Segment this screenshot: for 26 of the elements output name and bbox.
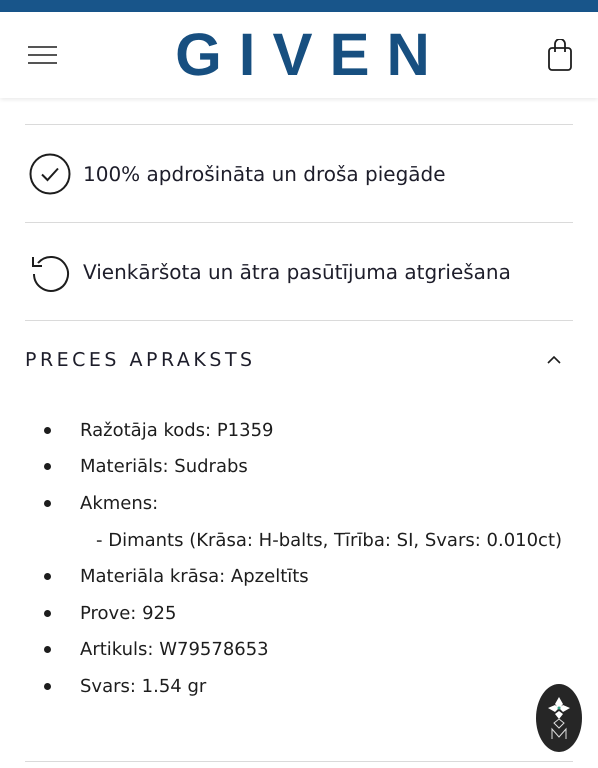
ornament-icon [546, 695, 572, 741]
menu-button[interactable] [28, 46, 57, 64]
bullet-icon [44, 610, 51, 617]
cart-button[interactable] [548, 39, 572, 71]
bullet-icon [44, 646, 51, 654]
spec-text: Ražotāja kods: P1359 [80, 420, 274, 441]
spec-text: - Dimants (Krāsa: H-balts, Tīrība: SI, Svars: 0.010ct) [96, 530, 562, 551]
description-header[interactable]: PRECES APRAKSTS [25, 320, 573, 398]
spec-text: Materiāla krāsa: Apzeltīts [80, 566, 309, 588]
spec-text: Prove: 925 [80, 602, 176, 624]
menu-icon [28, 46, 57, 64]
bullet-icon [44, 500, 51, 507]
shopping-bag-icon [548, 39, 572, 71]
feature-text: Vienkāršota un ātra pasūtījuma atgriešana [83, 260, 511, 284]
logo[interactable]: GIVEN [175, 25, 447, 85]
feature-text: 100% apdrošināta un droša piegāde [83, 162, 446, 186]
spec-text: Svars: 1.54 gr [80, 676, 206, 697]
spec-text: Materiāls: Sudrabs [80, 456, 248, 478]
bullet-icon [44, 573, 51, 580]
check-circle-icon [29, 152, 71, 194]
bullet-icon [44, 682, 51, 690]
spec-text: Akmens: [80, 492, 158, 514]
bullet-icon [44, 463, 51, 470]
bullet-icon [44, 426, 51, 434]
chevron-up-icon [547, 356, 561, 364]
spec-text: Artikuls: W79578653 [80, 639, 269, 660]
